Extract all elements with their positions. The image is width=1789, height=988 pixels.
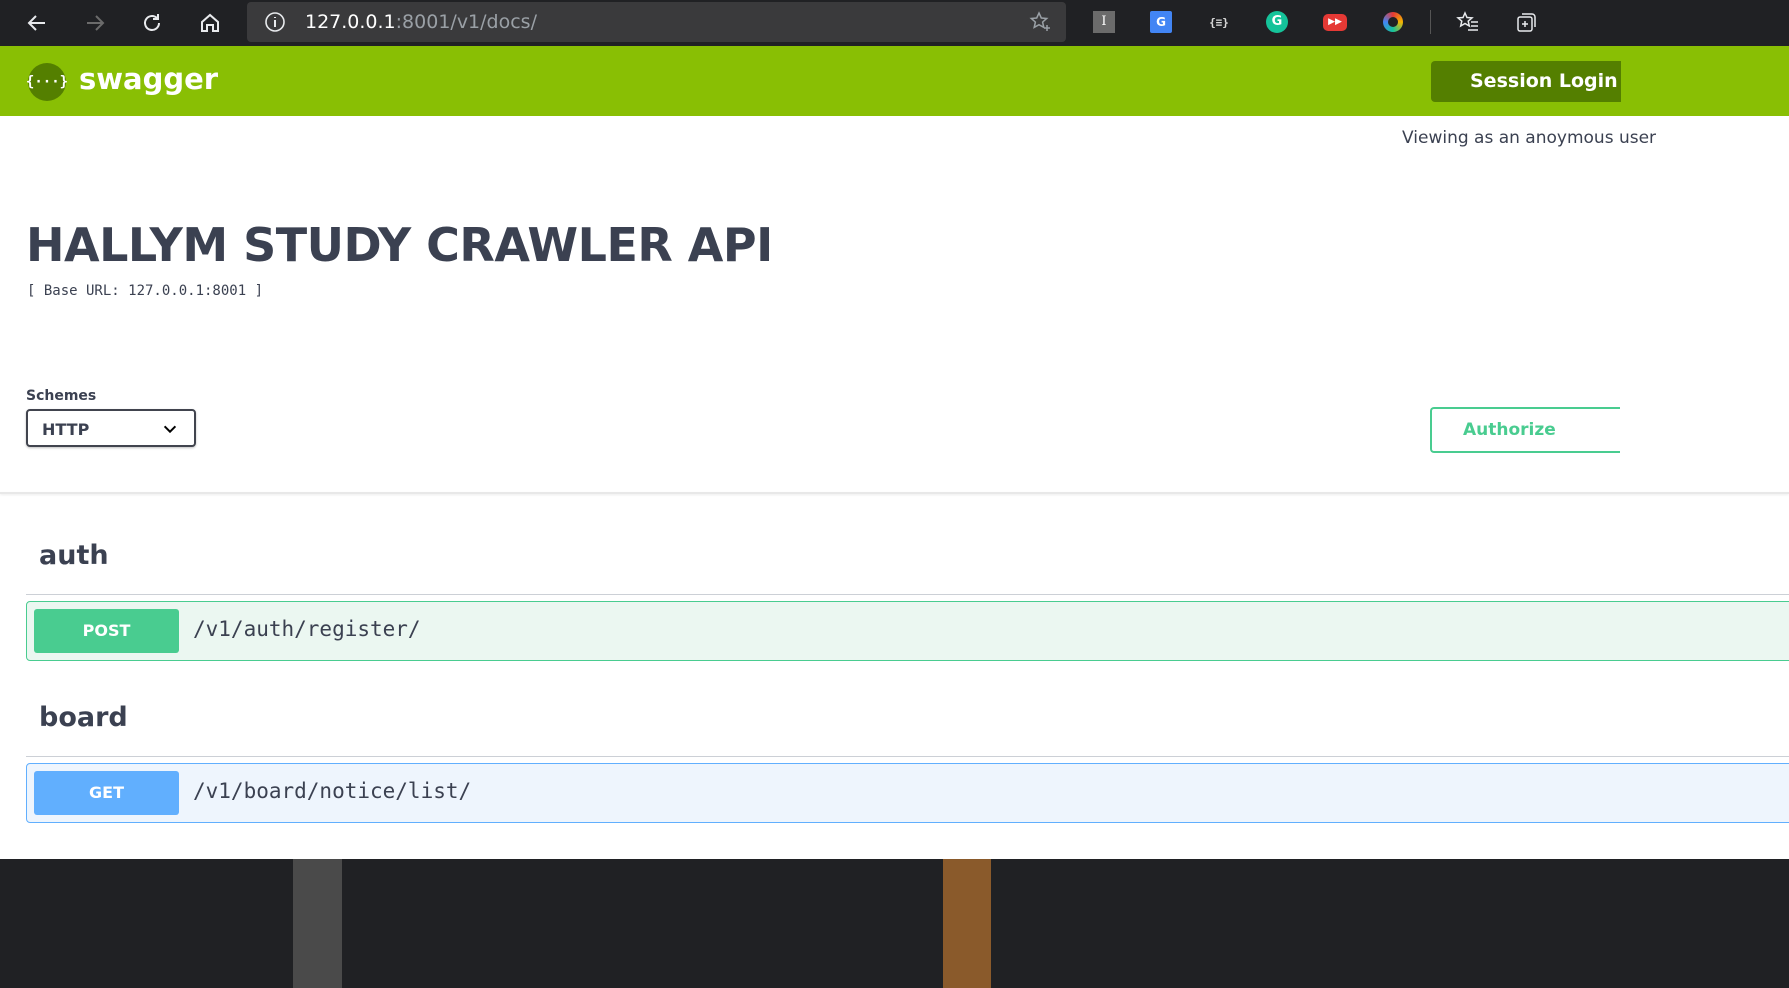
tag-auth-title[interactable]: auth <box>39 540 109 571</box>
favorites-icon[interactable] <box>1454 8 1482 36</box>
method-badge-get: GET <box>34 771 179 815</box>
method-badge-post: POST <box>34 609 179 653</box>
collections-icon[interactable] <box>1512 8 1540 36</box>
url-path: :8001/v1/docs/ <box>395 11 537 33</box>
tag-divider <box>26 594 1789 595</box>
swagger-logo-icon[interactable]: {···} <box>26 63 68 101</box>
taskbar-item[interactable] <box>943 859 991 988</box>
operation-post-auth-register[interactable]: POST /v1/auth/register/ <box>26 601 1789 661</box>
authorize-button[interactable]: Authorize <box>1430 407 1620 453</box>
taskbar-item[interactable] <box>293 859 342 988</box>
back-arrow-icon[interactable] <box>19 5 55 41</box>
toolbar-separator <box>1430 10 1431 34</box>
tag-divider <box>26 756 1789 757</box>
star-add-icon[interactable] <box>1028 10 1052 34</box>
schemes-label: Schemes <box>26 388 97 404</box>
operation-get-board-notice-list[interactable]: GET /v1/board/notice/list/ <box>26 763 1789 823</box>
json-viewer-extension-icon[interactable]: {≡} <box>1205 8 1233 36</box>
browser-toolbar: 127.0.0.1:8001/v1/docs/ I G {≡} G ▶▶ <box>0 0 1789 46</box>
home-icon[interactable] <box>192 5 228 41</box>
forward-arrow-icon[interactable] <box>77 5 113 41</box>
section-divider <box>0 492 1789 494</box>
schemes-selected-value: HTTP <box>42 420 90 439</box>
video-speed-extension-icon[interactable]: ▶▶ <box>1321 8 1349 36</box>
color-picker-extension-icon[interactable] <box>1379 8 1407 36</box>
url-host: 127.0.0.1 <box>305 11 396 33</box>
instapaper-extension-icon[interactable]: I <box>1090 8 1118 36</box>
info-icon[interactable] <box>263 10 287 34</box>
api-title: HALLYM STUDY CRAWLER API <box>26 218 773 272</box>
tag-board-title[interactable]: board <box>39 702 128 733</box>
base-url: [ Base URL: 127.0.0.1:8001 ] <box>27 283 264 299</box>
grammarly-extension-icon[interactable]: G <box>1263 8 1291 36</box>
swagger-topbar: {···} swagger Session Login <box>0 46 1789 116</box>
operation-path: /v1/auth/register/ <box>193 617 421 641</box>
reload-icon[interactable] <box>134 5 170 41</box>
url-text[interactable]: 127.0.0.1:8001/v1/docs/ <box>305 11 537 33</box>
operation-path: /v1/board/notice/list/ <box>193 779 472 803</box>
address-bar[interactable]: 127.0.0.1:8001/v1/docs/ <box>247 2 1066 42</box>
viewing-status-text: Viewing as an anoymous user <box>1402 128 1657 148</box>
session-login-button[interactable]: Session Login <box>1431 61 1621 102</box>
swagger-logo-text[interactable]: swagger <box>79 62 218 96</box>
schemes-select[interactable]: HTTP <box>26 409 196 447</box>
google-translate-extension-icon[interactable]: G <box>1147 8 1175 36</box>
taskbar <box>0 859 1789 988</box>
chevron-down-icon <box>163 425 177 434</box>
